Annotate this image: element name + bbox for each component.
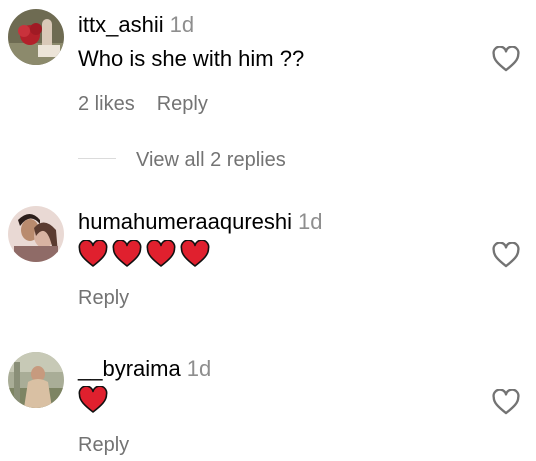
emoji-text [78, 240, 210, 268]
comment-actions: Reply [78, 286, 129, 310]
comment-time: 1d [298, 209, 323, 234]
likes-count[interactable]: 2 likes [78, 93, 135, 115]
username[interactable]: humahumeraaqureshi [78, 209, 292, 234]
avatar[interactable] [8, 352, 64, 408]
avatar[interactable] [8, 206, 64, 262]
red-heart-emoji [180, 240, 210, 267]
username[interactable]: __byraima [78, 356, 181, 381]
red-heart-emoji [78, 240, 108, 267]
reply-button[interactable]: Reply [78, 434, 129, 456]
comment-time: 1d [169, 12, 195, 37]
comment-text: Who is she with him ?? [78, 46, 305, 71]
reply-button[interactable]: Reply [157, 93, 208, 115]
heart-outline-icon[interactable] [492, 389, 520, 415]
red-heart-emoji [112, 240, 142, 267]
comment-time: 1d [186, 356, 212, 381]
comment-actions: Reply [78, 433, 129, 457]
comment-header: humahumeraaqureshi 1d [78, 209, 323, 235]
heart-outline-icon[interactable] [492, 46, 520, 72]
view-replies-button[interactable]: View all 2 replies [136, 148, 286, 172]
comment-actions: 2 likes Reply [78, 92, 208, 116]
comment-header: __byraima 1d [78, 356, 211, 382]
red-heart-emoji [78, 386, 108, 413]
emoji-text [78, 386, 108, 414]
username[interactable]: ittx_ashii [78, 12, 164, 37]
replies-divider [78, 158, 116, 159]
avatar[interactable] [8, 9, 64, 65]
reply-button[interactable]: Reply [78, 287, 129, 309]
comment-header: ittx_ashii 1d [78, 12, 194, 38]
red-heart-emoji [146, 240, 176, 267]
heart-outline-icon[interactable] [492, 242, 520, 268]
